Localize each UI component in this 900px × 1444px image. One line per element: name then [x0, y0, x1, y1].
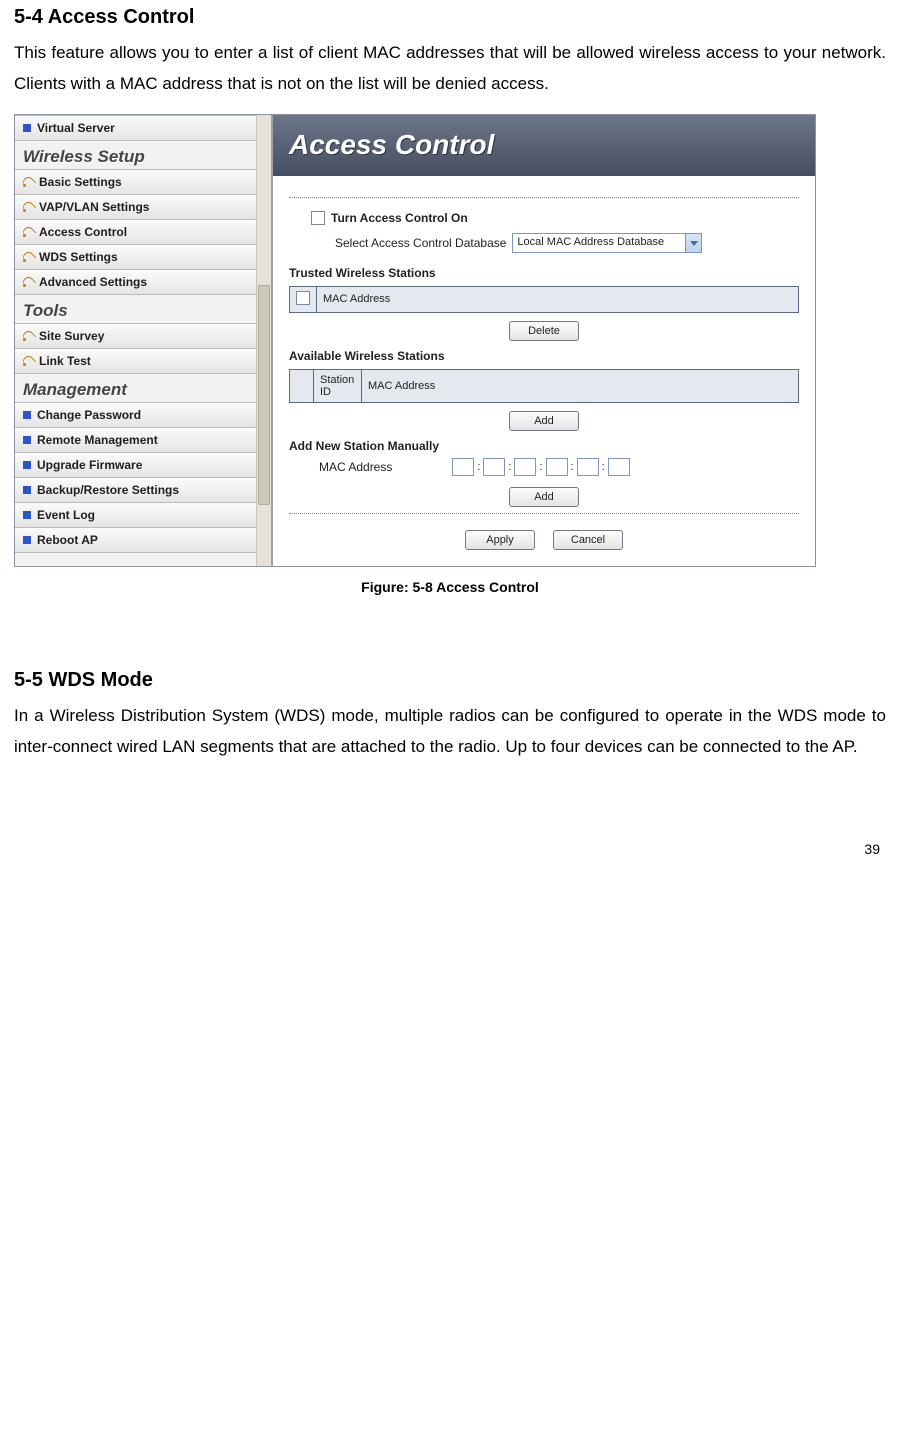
sidebar-item-access-control[interactable]: Access Control	[15, 219, 256, 245]
mac-address-input-group: : : : : :	[452, 458, 629, 476]
scrollbar[interactable]	[256, 115, 271, 566]
wifi-icon	[23, 277, 33, 287]
mac-octet-6[interactable]	[608, 458, 630, 476]
section-5-5-heading: 5-5 WDS Mode	[0, 663, 900, 700]
sidebar-item-wds-settings[interactable]: WDS Settings	[15, 244, 256, 270]
colon: :	[507, 461, 512, 473]
sidebar-item-label: Advanced Settings	[39, 275, 147, 289]
table-row: MAC Address	[290, 286, 799, 312]
select-value: Local MAC Address Database	[517, 236, 664, 248]
sidebar-item-backup-restore[interactable]: Backup/Restore Settings	[15, 477, 256, 503]
sidebar-item-link-test[interactable]: Link Test	[15, 348, 256, 374]
sidebar-item-label: Basic Settings	[39, 175, 122, 189]
divider	[289, 513, 799, 514]
wifi-icon	[23, 252, 33, 262]
main-panel: Access Control Turn Access Control On Se…	[273, 115, 815, 566]
delete-button[interactable]: Delete	[509, 321, 579, 341]
sidebar: Virtual Server Wireless Setup Basic Sett…	[15, 115, 273, 566]
sidebar-item-change-password[interactable]: Change Password	[15, 402, 256, 428]
wifi-icon	[23, 202, 33, 212]
sidebar-item-label: VAP/VLAN Settings	[39, 200, 149, 214]
access-control-db-select[interactable]: Local MAC Address Database	[512, 233, 702, 253]
wifi-icon	[23, 177, 33, 187]
sidebar-item-basic-settings[interactable]: Basic Settings	[15, 169, 256, 195]
add-manual-heading: Add New Station Manually	[289, 433, 799, 455]
sidebar-item-label: Event Log	[37, 508, 95, 522]
section-5-4-body: This feature allows you to enter a list …	[0, 37, 900, 108]
sidebar-item-event-log[interactable]: Event Log	[15, 502, 256, 528]
square-icon	[23, 511, 31, 519]
column-mac-address: MAC Address	[362, 369, 799, 402]
colon: :	[538, 461, 543, 473]
column-mac-address: MAC Address	[317, 286, 799, 312]
sidebar-item-virtual-server[interactable]: Virtual Server	[15, 115, 256, 141]
sidebar-item-reboot-ap[interactable]: Reboot AP	[15, 527, 256, 553]
colon: :	[476, 461, 481, 473]
cancel-button[interactable]: Cancel	[553, 530, 623, 550]
add-manual-button[interactable]: Add	[509, 487, 579, 507]
sidebar-item-vap-vlan[interactable]: VAP/VLAN Settings	[15, 194, 256, 220]
mac-address-label: MAC Address	[319, 460, 392, 474]
colon: :	[570, 461, 575, 473]
sidebar-group-wireless: Wireless Setup	[15, 141, 256, 169]
wifi-icon	[23, 227, 33, 237]
mac-octet-3[interactable]	[514, 458, 536, 476]
trusted-stations-table: MAC Address	[289, 286, 799, 313]
sidebar-item-label: Change Password	[37, 408, 141, 422]
mac-octet-4[interactable]	[546, 458, 568, 476]
colon: :	[601, 461, 606, 473]
select-db-label: Select Access Control Database	[335, 236, 506, 250]
turn-access-control-label: Turn Access Control On	[331, 209, 468, 227]
mac-octet-5[interactable]	[577, 458, 599, 476]
figure-caption: Figure: 5-8 Access Control	[0, 573, 900, 623]
square-icon	[23, 436, 31, 444]
available-stations-table: Station ID MAC Address	[289, 369, 799, 403]
chevron-down-icon	[685, 234, 701, 252]
section-5-5-body: In a Wireless Distribution System (WDS) …	[0, 700, 900, 771]
screenshot-panel: Virtual Server Wireless Setup Basic Sett…	[14, 114, 816, 567]
sidebar-item-label: WDS Settings	[39, 250, 118, 264]
turn-access-control-checkbox[interactable]	[311, 211, 325, 225]
divider	[289, 197, 799, 198]
sidebar-item-label: Reboot AP	[37, 533, 98, 547]
sidebar-item-label: Backup/Restore Settings	[37, 483, 179, 497]
mac-octet-1[interactable]	[452, 458, 474, 476]
scroll-thumb[interactable]	[258, 285, 270, 505]
sidebar-group-management: Management	[15, 374, 256, 402]
page-title: Access Control	[273, 115, 815, 179]
sidebar-item-label: Remote Management	[37, 433, 158, 447]
sidebar-item-label: Virtual Server	[37, 121, 115, 135]
wifi-icon	[23, 331, 33, 341]
square-icon	[23, 536, 31, 544]
select-all-checkbox[interactable]	[296, 291, 310, 305]
square-icon	[23, 124, 31, 132]
available-stations-heading: Available Wireless Stations	[289, 343, 799, 365]
sidebar-item-label: Site Survey	[39, 329, 104, 343]
sidebar-item-site-survey[interactable]: Site Survey	[15, 323, 256, 349]
square-icon	[23, 411, 31, 419]
sidebar-item-upgrade-firmware[interactable]: Upgrade Firmware	[15, 452, 256, 478]
apply-button[interactable]: Apply	[465, 530, 535, 550]
square-icon	[23, 486, 31, 494]
page-number: 39	[0, 771, 900, 867]
sidebar-item-advanced-settings[interactable]: Advanced Settings	[15, 269, 256, 295]
sidebar-group-tools: Tools	[15, 295, 256, 323]
sidebar-item-label: Link Test	[39, 354, 91, 368]
sidebar-item-label: Access Control	[39, 225, 127, 239]
column-station-id: Station ID	[314, 369, 362, 402]
section-5-4-heading: 5-4 Access Control	[0, 0, 900, 37]
square-icon	[23, 461, 31, 469]
add-button[interactable]: Add	[509, 411, 579, 431]
sidebar-item-remote-management[interactable]: Remote Management	[15, 427, 256, 453]
mac-octet-2[interactable]	[483, 458, 505, 476]
wifi-icon	[23, 356, 33, 366]
trusted-stations-heading: Trusted Wireless Stations	[289, 256, 799, 282]
table-row: Station ID MAC Address	[290, 369, 799, 402]
sidebar-item-label: Upgrade Firmware	[37, 458, 142, 472]
